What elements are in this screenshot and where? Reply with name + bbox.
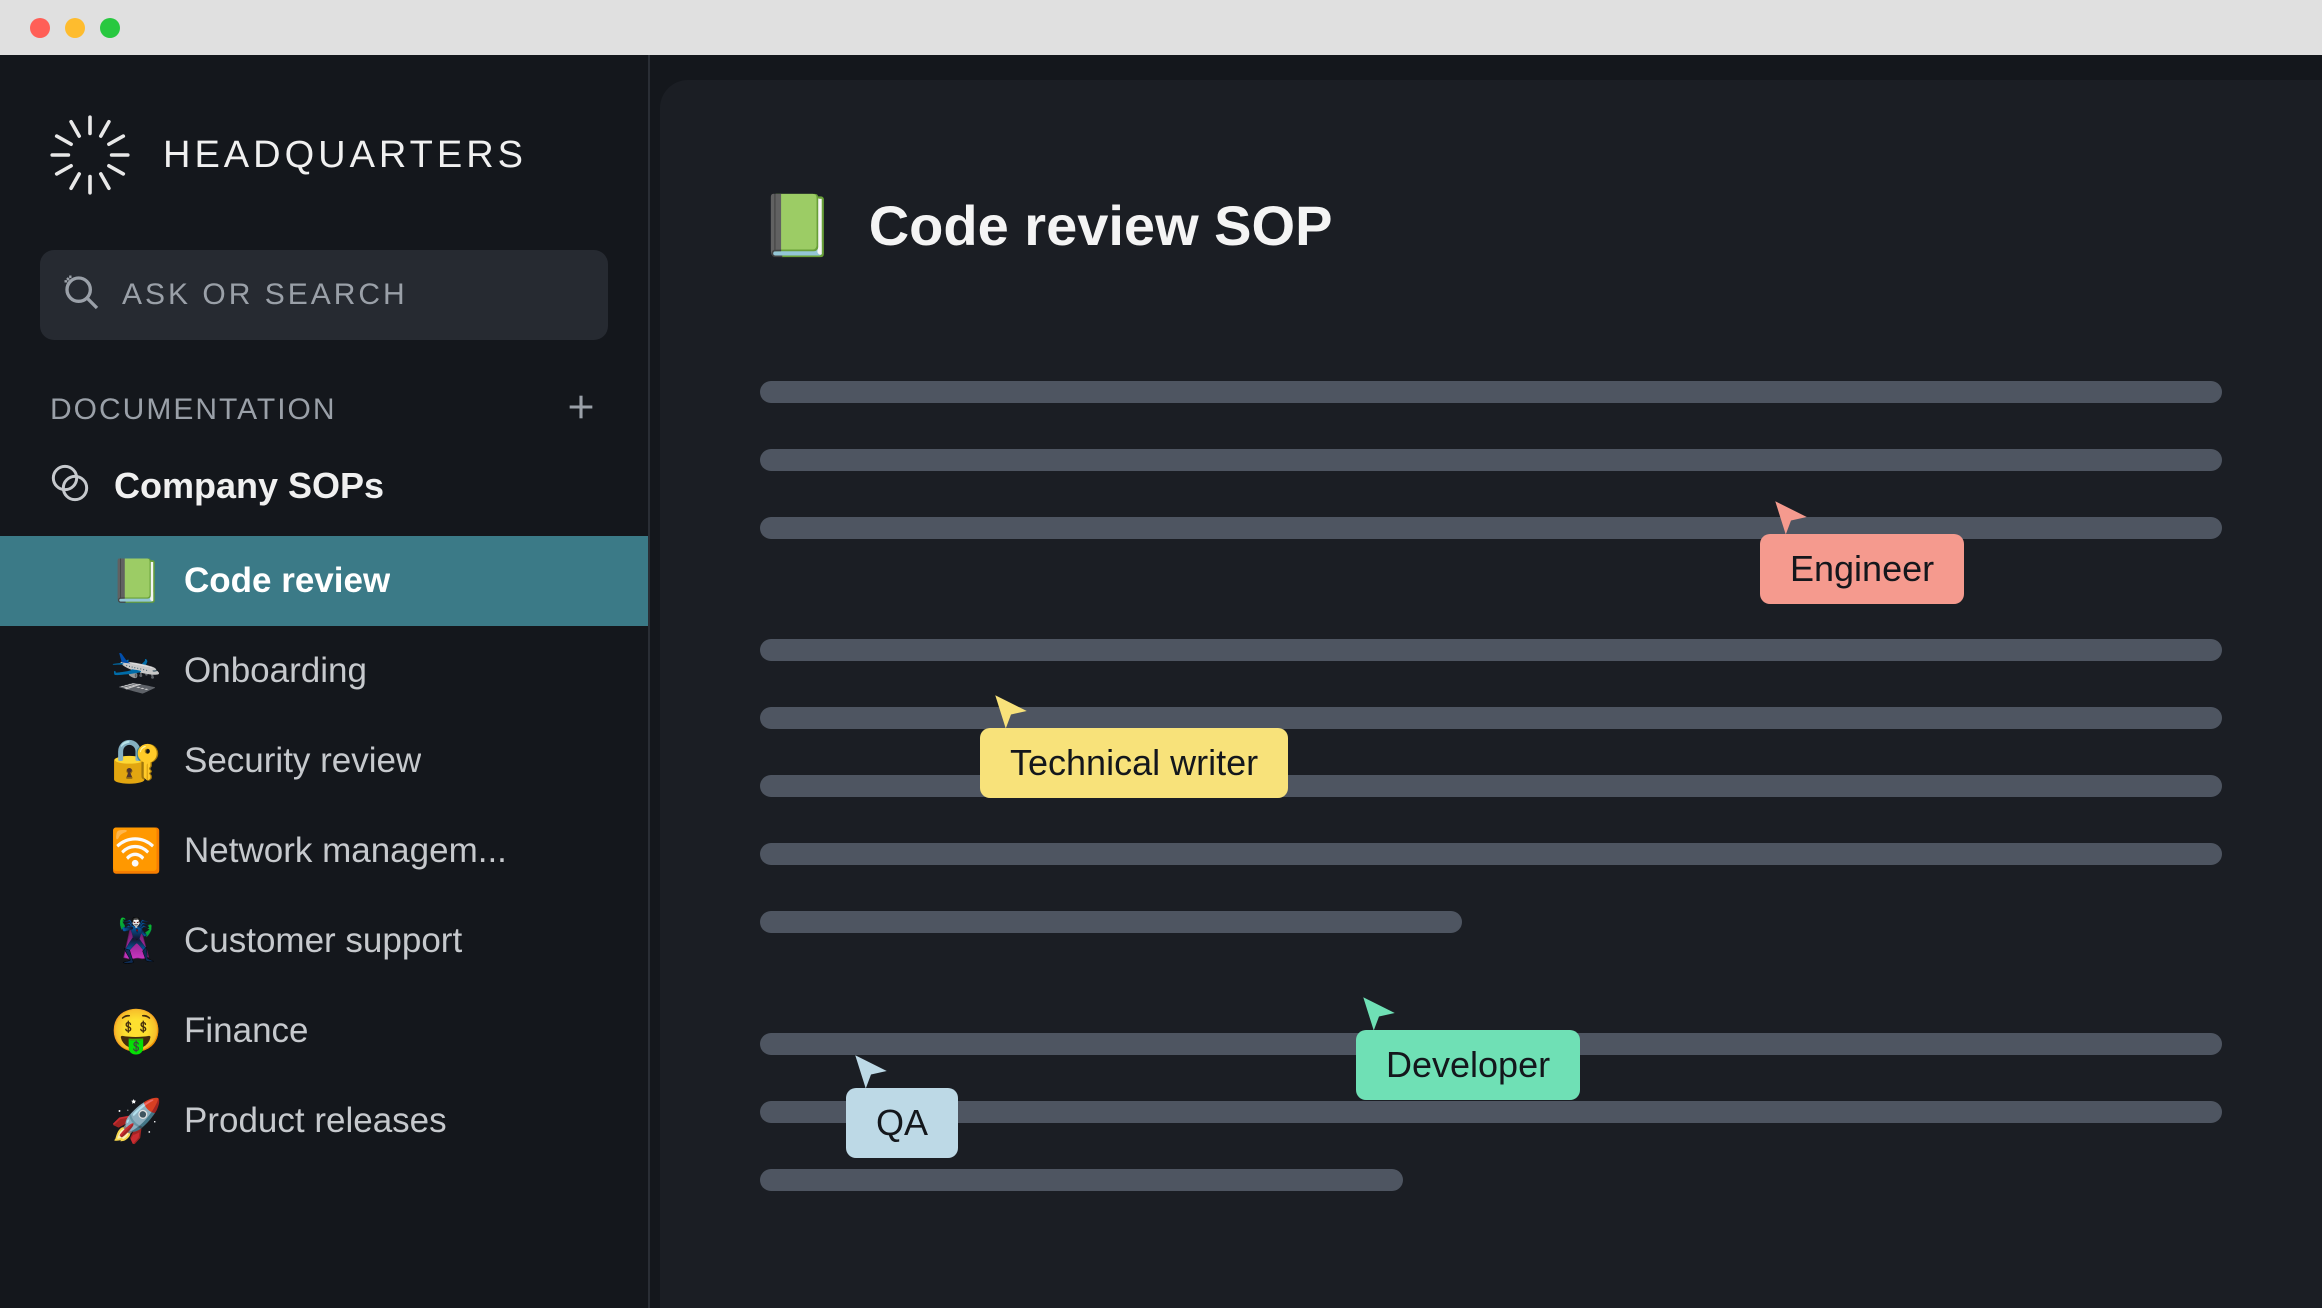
placeholder-line: [760, 1101, 2222, 1123]
search-input[interactable]: ASK OR SEARCH: [40, 250, 608, 340]
sidebar-item-label: Network managem...: [184, 831, 507, 871]
money-face-icon: 🤑: [110, 1007, 158, 1056]
sidebar: HEADQUARTERS ASK OR SEARCH DOCUMENTATION: [0, 55, 650, 1308]
sidebar-item-code-review[interactable]: 📗 Code review: [0, 536, 648, 626]
lock-icon: 🔐: [110, 737, 158, 786]
sidebar-item-security-review[interactable]: 🔐 Security review: [0, 716, 648, 806]
sidebar-item-product-releases[interactable]: 🚀 Product releases: [0, 1076, 648, 1166]
sidebar-item-label: Product releases: [184, 1101, 447, 1141]
cursor-icon: [1358, 992, 1400, 1034]
cursor-icon: [1770, 496, 1812, 538]
plane-icon: 🛬: [110, 647, 158, 696]
sidebar-section-title: DOCUMENTATION: [50, 393, 337, 427]
window-minimize-button[interactable]: [65, 18, 85, 38]
placeholder-line: [760, 843, 2222, 865]
presence-label: QA: [846, 1088, 958, 1158]
sidebar-item-label: Security review: [184, 741, 421, 781]
window-maximize-button[interactable]: [100, 18, 120, 38]
page-header: 📗 Code review SOP: [760, 190, 2222, 261]
presence-cursor-qa: QA: [846, 1050, 958, 1158]
cursor-icon: [850, 1050, 892, 1092]
sidebar-item-finance[interactable]: 🤑 Finance: [0, 986, 648, 1076]
sidebar-item-label: Code review: [184, 561, 390, 601]
placeholder-line: [760, 449, 2222, 471]
document-canvas[interactable]: 📗 Code review SOP: [660, 80, 2322, 1308]
presence-cursor-developer: Developer: [1356, 992, 1580, 1100]
person-icon: 🦹: [110, 917, 158, 966]
book-icon: 📗: [110, 557, 158, 606]
cursor-icon: [990, 690, 1032, 732]
brand: HEADQUARTERS: [0, 90, 648, 250]
sidebar-item-label: Finance: [184, 1011, 309, 1051]
sidebar-item-customer-support[interactable]: 🦹 Customer support: [0, 896, 648, 986]
sidebar-item-onboarding[interactable]: 🛬 Onboarding: [0, 626, 648, 716]
presence-label: Technical writer: [980, 728, 1288, 798]
app-window: HEADQUARTERS ASK OR SEARCH DOCUMENTATION: [0, 0, 2322, 1308]
placeholder-line: [760, 639, 2222, 661]
window-close-button[interactable]: [30, 18, 50, 38]
sidebar-item-label: Onboarding: [184, 651, 367, 691]
page-title[interactable]: Code review SOP: [869, 193, 1333, 258]
brand-logo-icon: [45, 110, 135, 200]
placeholder-line: [760, 517, 2222, 539]
sidebar-nav: 📗 Code review 🛬 Onboarding 🔐 Security re…: [0, 536, 648, 1166]
presence-label: Developer: [1356, 1030, 1580, 1100]
placeholder-line: [760, 1169, 1403, 1191]
sidebar-item-network-management[interactable]: 🛜 Network managem...: [0, 806, 648, 896]
sidebar-space-label: Company SOPs: [114, 465, 384, 507]
brand-title: HEADQUARTERS: [163, 134, 527, 177]
app-body: HEADQUARTERS ASK OR SEARCH DOCUMENTATION: [0, 55, 2322, 1308]
presence-cursor-technical-writer: Technical writer: [980, 690, 1288, 798]
placeholder-line: [760, 381, 2222, 403]
sidebar-section-header: DOCUMENTATION: [0, 390, 648, 449]
sidebar-item-label: Customer support: [184, 921, 462, 961]
search-icon: [62, 273, 102, 318]
search-placeholder: ASK OR SEARCH: [122, 278, 408, 312]
wifi-icon: 🛜: [110, 827, 158, 876]
add-page-button[interactable]: [564, 390, 598, 429]
space-icon: [50, 463, 90, 508]
page-emoji-icon[interactable]: 📗: [760, 190, 835, 261]
placeholder-line: [760, 911, 1462, 933]
presence-label: Engineer: [1760, 534, 1964, 604]
window-titlebar: [0, 0, 2322, 55]
sidebar-space[interactable]: Company SOPs: [0, 449, 648, 536]
presence-cursor-engineer: Engineer: [1760, 496, 1964, 604]
rocket-icon: 🚀: [110, 1097, 158, 1146]
